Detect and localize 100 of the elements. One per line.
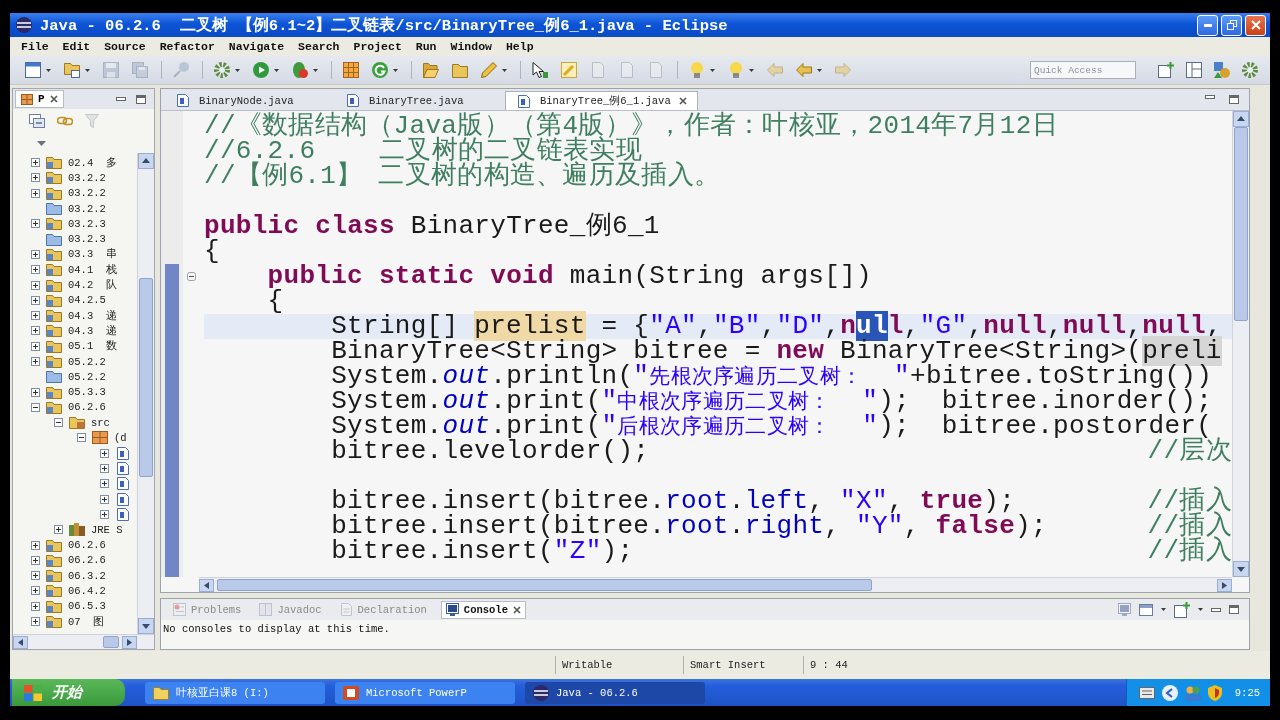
tree-item[interactable]: 05.2.2 xyxy=(68,370,106,383)
minimize-icon[interactable] xyxy=(1203,23,1212,27)
scroll-left-icon[interactable] xyxy=(13,635,28,649)
menu-item[interactable]: Search xyxy=(291,40,347,53)
scroll-right-icon[interactable] xyxy=(122,635,137,649)
expand-toggle-icon[interactable] xyxy=(100,464,109,474)
arrow-icon[interactable] xyxy=(532,62,548,78)
minimize-icon[interactable] xyxy=(1211,607,1221,612)
play-icon[interactable] xyxy=(253,62,269,78)
expand-toggle-icon[interactable] xyxy=(31,280,40,290)
menu-item[interactable]: Project xyxy=(346,40,409,53)
panel-tab[interactable]: Console xyxy=(440,600,526,619)
light-bulb-icon[interactable] xyxy=(689,62,705,78)
tree-item[interactable]: src xyxy=(91,416,110,429)
folder-window-icon[interactable] xyxy=(64,62,80,78)
editor-tab[interactable]: BinaryNode.java xyxy=(165,91,331,110)
expand-toggle-icon[interactable] xyxy=(31,540,40,550)
caret-icon[interactable] xyxy=(85,68,90,72)
expand-toggle-icon[interactable] xyxy=(31,571,40,581)
tree-item[interactable]: 07 图 xyxy=(68,614,105,629)
close-icon[interactable] xyxy=(49,95,58,103)
expand-toggle-icon[interactable] xyxy=(31,357,40,366)
caret-icon[interactable] xyxy=(393,68,398,72)
tree-item[interactable]: 06.3.2 xyxy=(68,569,106,582)
expand-toggle-icon[interactable] xyxy=(31,601,40,611)
caret-icon[interactable] xyxy=(710,68,715,72)
collapse-all-icon[interactable] xyxy=(29,114,45,128)
caret-icon[interactable] xyxy=(1198,608,1203,611)
tree-item[interactable]: 05.2.2 xyxy=(68,355,106,368)
menu-item[interactable]: Run xyxy=(408,40,444,53)
window-plus-icon[interactable] xyxy=(1158,62,1174,78)
vertical-scrollbar[interactable] xyxy=(137,153,154,634)
expand-toggle-icon[interactable] xyxy=(31,265,40,275)
menu-item[interactable]: Source xyxy=(97,40,153,53)
expand-toggle-icon[interactable] xyxy=(31,311,40,321)
expand-toggle-icon[interactable] xyxy=(31,173,40,183)
tree-item[interactable]: 03.2.2 xyxy=(68,187,106,200)
scroll-up-icon[interactable] xyxy=(138,153,154,169)
view-tab[interactable]: P xyxy=(15,90,64,108)
tree-item[interactable]: 05.3.3 xyxy=(68,386,106,399)
caret-icon[interactable] xyxy=(274,68,279,72)
tree-item[interactable]: 03.3 串 xyxy=(68,247,117,262)
panels-icon[interactable] xyxy=(1186,62,1202,78)
open-folder-icon[interactable] xyxy=(423,62,439,78)
pencil-icon[interactable] xyxy=(481,62,497,78)
tree-item[interactable]: 03.2.2 xyxy=(68,171,106,184)
menu-item[interactable]: Navigate xyxy=(221,40,292,53)
scrollbar-thumb[interactable] xyxy=(103,636,120,648)
minimize-button[interactable] xyxy=(1197,14,1218,36)
expand-toggle-icon[interactable] xyxy=(31,586,40,596)
expand-toggle-icon[interactable] xyxy=(31,158,40,168)
horizontal-scrollbar[interactable] xyxy=(199,577,1232,592)
expand-toggle-icon[interactable] xyxy=(100,494,109,504)
maximize-icon[interactable] xyxy=(1229,95,1239,104)
minimize-icon[interactable] xyxy=(116,97,126,101)
gear-icon[interactable] xyxy=(1242,62,1258,78)
expand-toggle-icon[interactable] xyxy=(54,525,63,535)
shield-icon[interactable] xyxy=(1207,684,1222,701)
tree-item[interactable]: 04.3 递 xyxy=(68,323,117,338)
window-icon[interactable] xyxy=(1139,603,1153,616)
close-button[interactable] xyxy=(1245,14,1266,36)
maximize-icon[interactable] xyxy=(1229,605,1239,614)
vertical-scrollbar[interactable] xyxy=(1232,111,1249,577)
tree-item[interactable]: 05.1 数 xyxy=(68,339,117,354)
left-arrow-icon[interactable] xyxy=(796,62,812,78)
menu-item[interactable]: Help xyxy=(498,40,541,53)
expand-toggle-icon[interactable] xyxy=(100,509,109,519)
taskbar-button[interactable]: Microsoft PowerP xyxy=(335,681,515,704)
expand-toggle-icon[interactable] xyxy=(100,479,109,489)
tree-item[interactable]: 06.2.6 xyxy=(68,539,106,552)
restore-button[interactable] xyxy=(1221,14,1242,36)
maximize-icon[interactable] xyxy=(136,94,146,104)
link-icon[interactable] xyxy=(57,114,73,128)
scroll-down-icon[interactable] xyxy=(138,618,154,634)
scroll-left-icon[interactable] xyxy=(199,578,214,592)
expand-toggle-icon[interactable] xyxy=(31,249,40,259)
caret-icon[interactable] xyxy=(817,68,822,72)
scrollbar-thumb[interactable] xyxy=(217,579,872,591)
taskbar-button[interactable]: Java - 06.2.6 xyxy=(525,681,705,704)
expand-toggle-icon[interactable] xyxy=(31,295,40,305)
scroll-up-icon[interactable] xyxy=(1233,111,1249,127)
caret-icon[interactable] xyxy=(313,68,318,72)
horizontal-scrollbar[interactable] xyxy=(13,634,154,649)
scrollbar-thumb[interactable] xyxy=(139,278,153,477)
scroll-down-icon[interactable] xyxy=(1233,561,1249,577)
light-bulb-icon[interactable] xyxy=(728,62,744,78)
expand-toggle-icon[interactable] xyxy=(77,433,86,443)
expand-toggle-icon[interactable] xyxy=(100,448,109,458)
scroll-right-icon[interactable] xyxy=(1217,578,1232,592)
windows-flag-icon[interactable] xyxy=(24,684,42,701)
caret-icon[interactable] xyxy=(502,68,507,72)
tree-item[interactable]: 02.4 多 xyxy=(68,155,117,170)
tree-item[interactable]: 03.2.2 xyxy=(68,202,106,215)
expand-toggle-icon[interactable] xyxy=(31,219,40,229)
caret-icon[interactable] xyxy=(749,68,754,72)
circular-arrow-icon[interactable] xyxy=(372,62,388,78)
tree-item[interactable]: 06.4.2 xyxy=(68,584,106,597)
restore-icon[interactable] xyxy=(1226,20,1237,30)
minimize-icon[interactable] xyxy=(1205,95,1215,99)
close-icon[interactable] xyxy=(678,97,687,105)
